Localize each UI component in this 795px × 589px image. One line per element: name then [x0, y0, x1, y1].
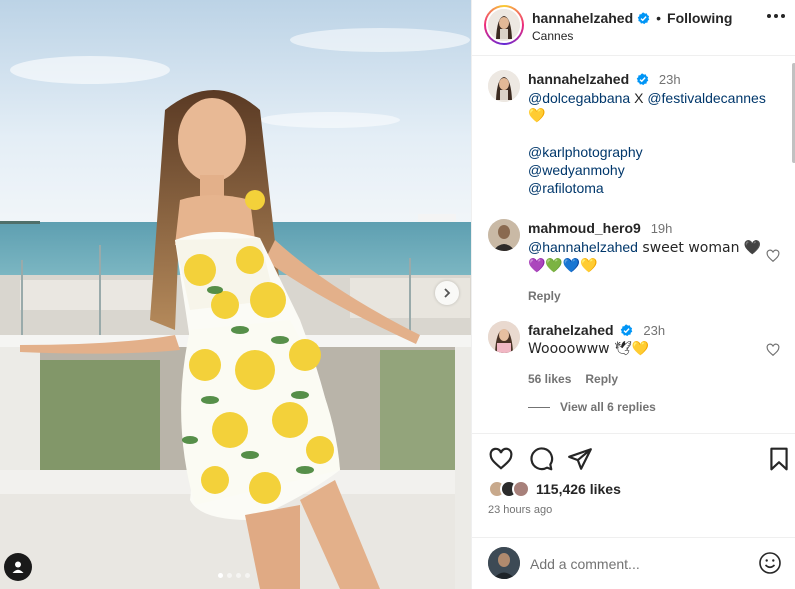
like-comment-heart-icon[interactable] — [766, 249, 780, 263]
replies-divider — [528, 406, 550, 408]
more-horizontal-icon — [767, 14, 771, 18]
comment-username[interactable]: farahelzahed — [528, 322, 614, 338]
more-options-button[interactable] — [767, 14, 785, 18]
post-actions-bar — [488, 446, 788, 474]
commenter-avatar[interactable] — [488, 219, 520, 251]
user-icon — [12, 561, 24, 573]
carousel-dot — [218, 573, 223, 578]
comment-time[interactable]: 19h — [651, 221, 673, 236]
carousel-indicator — [218, 573, 250, 578]
comment-username[interactable]: mahmoud_hero9 — [528, 220, 641, 236]
mention-link[interactable]: @karlphotography — [528, 144, 643, 160]
post-details-panel: hannahelzahed • Following Cannes hannahe… — [471, 0, 795, 589]
avatar-image — [488, 219, 520, 251]
add-comment-bar — [472, 537, 795, 589]
follow-separator: • — [656, 10, 662, 26]
post-location[interactable]: Cannes — [532, 29, 573, 43]
mention-link[interactable]: @festivaldecannes — [647, 90, 766, 106]
like-heart-icon[interactable] — [488, 446, 514, 472]
comment-text: sweet woman 🖤 — [637, 240, 762, 256]
avatar-image — [488, 547, 520, 579]
comments-section[interactable]: hannahelzahed 23h @dolcegabbana X @festi… — [472, 57, 795, 434]
post-photo — [0, 0, 471, 589]
likes-count[interactable]: 115,426 likes — [536, 481, 621, 497]
comment-item: mahmoud_hero9 19h @hannahelzahed sweet w… — [488, 219, 788, 305]
caption-emoji: 💛 — [528, 108, 546, 124]
caption-avatar[interactable] — [488, 70, 520, 102]
more-horizontal-icon — [774, 14, 778, 18]
current-user-avatar — [488, 547, 520, 579]
carousel-dot — [236, 573, 241, 578]
following-button[interactable]: Following — [667, 10, 732, 26]
share-send-icon[interactable] — [567, 446, 593, 472]
add-comment-input[interactable] — [530, 553, 740, 575]
verified-badge-icon — [621, 324, 633, 337]
post-header: hannahelzahed • Following Cannes — [472, 0, 795, 56]
comment-bubble-icon[interactable] — [528, 446, 554, 472]
post-timestamp[interactable]: 23 hours ago — [488, 504, 552, 516]
view-replies-label: View all 6 replies — [560, 400, 656, 414]
chevron-right-icon — [444, 288, 451, 298]
next-slide-button[interactable] — [435, 281, 459, 305]
reply-button[interactable]: Reply — [528, 287, 561, 305]
caption-time[interactable]: 23h — [659, 72, 681, 87]
author-avatar[interactable] — [484, 5, 524, 45]
comment-likes-count[interactable]: 56 likes — [528, 370, 571, 388]
comment-emoji-line: 💜💚💙💛 — [528, 258, 598, 274]
carousel-dot — [227, 573, 232, 578]
mention-link[interactable]: @dolcegabbana — [528, 90, 630, 106]
view-replies-button[interactable]: View all 6 replies — [528, 400, 656, 414]
commenter-avatar[interactable] — [488, 321, 520, 353]
verified-badge-icon — [637, 11, 650, 24]
verified-badge-icon — [636, 73, 649, 86]
mention-link[interactable]: @rafilotoma — [528, 180, 604, 196]
comment-text: Woooowww 🕊💛 — [528, 341, 650, 357]
save-bookmark-icon[interactable] — [766, 446, 792, 472]
mention-link[interactable]: @wedyanmohy — [528, 162, 625, 178]
avatar-image — [488, 70, 520, 102]
like-comment-heart-icon[interactable] — [766, 343, 780, 357]
liker-avatar[interactable] — [512, 480, 530, 498]
comment-item: farahelzahed 23h Woooowww 🕊💛 56 likes Re… — [488, 321, 788, 388]
tagged-users-button[interactable] — [4, 553, 32, 581]
comment-time[interactable]: 23h — [643, 323, 665, 338]
avatar-image — [488, 321, 520, 353]
author-username[interactable]: hannahelzahed — [532, 10, 633, 26]
more-horizontal-icon — [781, 14, 785, 18]
emoji-icon[interactable] — [758, 551, 782, 575]
post-caption: hannahelzahed 23h @dolcegabbana X @festi… — [488, 70, 788, 197]
mention-link[interactable]: @hannahelzahed — [528, 239, 638, 255]
avatar-image — [488, 9, 520, 41]
carousel-dot — [245, 573, 250, 578]
likes-summary: 115,426 likes — [488, 480, 621, 498]
caption-joiner: X — [630, 90, 648, 106]
header-user-line: hannahelzahed • Following — [532, 10, 732, 26]
reply-button[interactable]: Reply — [585, 370, 618, 388]
caption-username[interactable]: hannahelzahed — [528, 71, 629, 87]
post-image[interactable] — [0, 0, 471, 589]
